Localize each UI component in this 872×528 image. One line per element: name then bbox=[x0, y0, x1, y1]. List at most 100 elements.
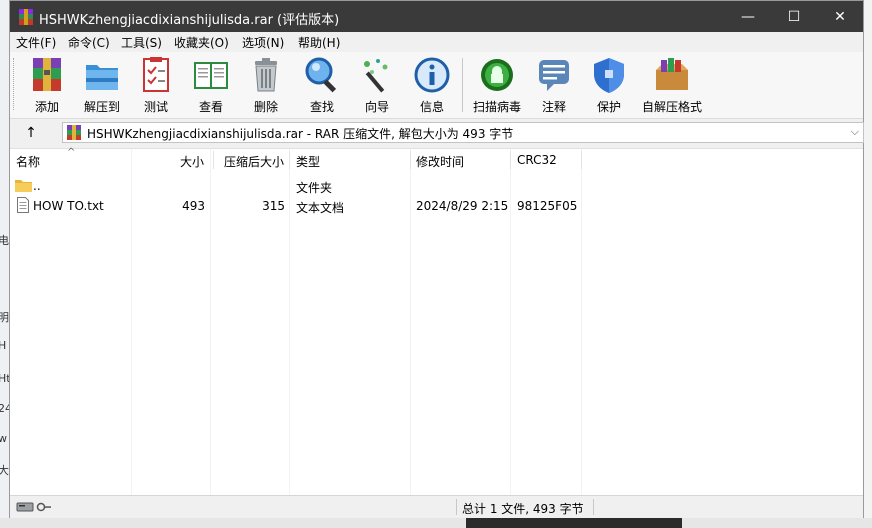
maximize-button[interactable]: ☐ bbox=[771, 1, 817, 32]
drive-key-icon[interactable] bbox=[16, 500, 52, 514]
toolbar-separator bbox=[462, 58, 463, 112]
magnifier-icon bbox=[305, 57, 337, 93]
winrar-window: HSHWKzhengjiacdixianshijulisda.rar (评估版本… bbox=[9, 0, 864, 518]
extract-to-button[interactable]: 解压到 bbox=[80, 56, 124, 114]
protect-label: 保护 bbox=[596, 100, 621, 114]
toolbar: 添加 解压到 测试 查看 删除 查找 向导 信息 扫描病毒 注释 保护 自解压格… bbox=[10, 52, 863, 119]
desktop-glyph: H bbox=[0, 339, 7, 352]
column-header-size[interactable]: 大小 bbox=[180, 153, 204, 170]
info-label: 信息 bbox=[419, 100, 444, 114]
address-bar: ↑ HSHWKzhengjiacdixianshijulisda.rar - R… bbox=[10, 119, 864, 147]
info-button[interactable]: 信息 bbox=[412, 56, 452, 114]
menu-tools[interactable]: 工具(S) bbox=[121, 34, 162, 51]
close-button[interactable]: ✕ bbox=[817, 1, 863, 32]
file-packed-size: 315 bbox=[262, 199, 285, 213]
menu-bar: 文件(F) 命令(C) 工具(S) 收藏夹(O) 选项(N) 帮助(H) bbox=[10, 32, 863, 52]
sort-ascending-icon: ^ bbox=[67, 147, 76, 158]
header-separator[interactable] bbox=[510, 151, 511, 169]
file-list: 名称 ^ 大小 压缩后大小 类型 修改时间 CRC32 .. 文件夹 HOW T… bbox=[10, 147, 863, 496]
chevron-down-icon[interactable]: ⌵ bbox=[851, 125, 859, 139]
comment-icon bbox=[539, 60, 569, 91]
desktop-glyph: 明 bbox=[0, 311, 9, 324]
view-book-icon bbox=[194, 62, 228, 89]
header-separator[interactable] bbox=[410, 151, 411, 169]
minimize-button[interactable]: — bbox=[725, 1, 771, 32]
header-separator[interactable] bbox=[581, 151, 582, 169]
extract-to-label: 解压到 bbox=[83, 100, 120, 114]
status-summary: 总计 1 文件, 493 字节 bbox=[462, 502, 584, 516]
column-header-crc[interactable]: CRC32 bbox=[517, 153, 557, 167]
find-button[interactable]: 查找 bbox=[301, 56, 343, 114]
column-header-packed[interactable]: 压缩后大小 bbox=[224, 153, 284, 170]
minimize-icon: — bbox=[741, 8, 755, 25]
test-label: 测试 bbox=[143, 100, 168, 114]
file-type: 文本文档 bbox=[296, 201, 345, 215]
file-modified: 2024/8/29 2:15 bbox=[416, 199, 509, 213]
taskbar-thumbnail bbox=[466, 518, 682, 528]
view-button[interactable]: 查看 bbox=[189, 56, 233, 114]
header-separator[interactable] bbox=[213, 151, 214, 169]
delete-button[interactable]: 删除 bbox=[245, 56, 287, 114]
file-name: .. bbox=[33, 179, 41, 193]
add-archive-icon bbox=[33, 58, 61, 91]
trash-icon bbox=[255, 58, 277, 92]
archive-path-text: HSHWKzhengjiacdixianshijulisda.rar - RAR… bbox=[87, 127, 514, 141]
path-field[interactable]: HSHWKzhengjiacdixianshijulisda.rar - RAR… bbox=[62, 122, 864, 143]
name-column-area bbox=[10, 173, 132, 495]
comment-button[interactable]: 注释 bbox=[534, 56, 574, 114]
close-icon: ✕ bbox=[834, 8, 846, 25]
file-type: 文件夹 bbox=[296, 181, 333, 195]
menu-file[interactable]: 文件(F) bbox=[16, 34, 56, 51]
desktop-left-edge: 电 明 H Ht 24 w 大 bbox=[0, 0, 12, 528]
scan-virus-button[interactable]: 扫描病毒 bbox=[469, 56, 525, 114]
sfx-box-icon bbox=[656, 58, 688, 90]
wizard-label: 向导 bbox=[364, 100, 389, 114]
status-divider bbox=[456, 499, 457, 515]
sfx-button[interactable]: 自解压格式 bbox=[639, 56, 705, 114]
find-label: 查找 bbox=[309, 100, 334, 114]
view-label: 查看 bbox=[198, 100, 223, 114]
add-button[interactable]: 添加 bbox=[26, 56, 68, 114]
wizard-wand-icon bbox=[364, 59, 388, 93]
title-bar[interactable]: HSHWKzhengjiacdixianshijulisda.rar (评估版本… bbox=[10, 1, 863, 32]
toolbar-grip[interactable] bbox=[13, 58, 17, 110]
desktop-right-edge bbox=[864, 0, 872, 528]
maximize-icon: ☐ bbox=[787, 8, 801, 25]
add-label: 添加 bbox=[34, 100, 59, 114]
list-item-file[interactable]: HOW TO.txt 493 315 文本文档 2024/8/29 2:15 9… bbox=[10, 196, 863, 216]
virus-scan-icon bbox=[481, 59, 513, 91]
winrar-app-icon bbox=[19, 9, 33, 25]
info-icon bbox=[414, 57, 450, 93]
sfx-label: 自解压格式 bbox=[641, 100, 702, 114]
menu-favorites[interactable]: 收藏夹(O) bbox=[174, 34, 229, 51]
file-crc: 98125F05 bbox=[517, 199, 578, 213]
comment-label: 注释 bbox=[541, 100, 566, 114]
scan-virus-label: 扫描病毒 bbox=[472, 100, 521, 114]
wizard-button[interactable]: 向导 bbox=[357, 56, 397, 114]
file-name: HOW TO.txt bbox=[33, 199, 104, 213]
test-button[interactable]: 测试 bbox=[136, 56, 176, 114]
extract-folder-icon bbox=[86, 65, 118, 90]
menu-commands[interactable]: 命令(C) bbox=[68, 34, 110, 51]
column-header-name[interactable]: 名称 bbox=[16, 153, 40, 170]
taskbar-strip bbox=[0, 518, 872, 528]
text-file-icon bbox=[17, 197, 29, 213]
column-header-type[interactable]: 类型 bbox=[296, 153, 320, 170]
header-separator[interactable] bbox=[289, 151, 290, 169]
up-folder-button[interactable]: ↑ bbox=[20, 123, 42, 143]
protect-button[interactable]: 保护 bbox=[589, 56, 629, 114]
status-divider bbox=[593, 499, 594, 515]
shield-icon bbox=[594, 58, 624, 93]
delete-label: 删除 bbox=[253, 100, 278, 114]
desktop-glyph: w bbox=[0, 432, 7, 445]
desktop-glyph: 电 bbox=[0, 234, 9, 247]
up-arrow-icon: ↑ bbox=[25, 125, 37, 141]
test-checklist-icon bbox=[143, 57, 169, 92]
rar-archive-icon bbox=[67, 125, 81, 140]
menu-options[interactable]: 选项(N) bbox=[242, 34, 284, 51]
list-item-parent-folder[interactable]: .. 文件夹 bbox=[10, 176, 863, 196]
column-header-modified[interactable]: 修改时间 bbox=[416, 153, 464, 170]
file-size: 493 bbox=[182, 199, 205, 213]
menu-help[interactable]: 帮助(H) bbox=[298, 34, 340, 51]
status-bar: 总计 1 文件, 493 字节 bbox=[10, 495, 863, 518]
